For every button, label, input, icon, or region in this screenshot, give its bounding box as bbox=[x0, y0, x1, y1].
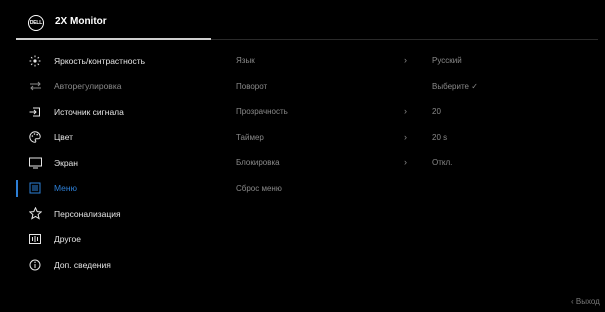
auto-adjust-icon bbox=[28, 79, 42, 93]
row-value: Откл. bbox=[432, 158, 453, 167]
color-palette-icon bbox=[28, 130, 42, 144]
menu-item-auto-adjust[interactable]: Авторегулировка bbox=[16, 74, 216, 100]
submenu-row-language[interactable]: Язык › Русский bbox=[236, 48, 596, 74]
dell-logo-icon: DELL bbox=[28, 15, 44, 31]
menu-item-others[interactable]: Другое bbox=[16, 227, 216, 253]
exit-button[interactable]: ‹ Выход bbox=[571, 297, 605, 306]
menu-item-label: Источник сигнала bbox=[54, 106, 124, 117]
logo-text: DELL bbox=[29, 20, 43, 26]
display-icon bbox=[28, 156, 42, 170]
menu-item-brightness-contrast[interactable]: Яркость/контрастность bbox=[16, 48, 216, 74]
menu-item-more-info[interactable]: Доп. сведения bbox=[16, 252, 216, 278]
menu-item-color[interactable]: Цвет bbox=[16, 125, 216, 151]
chevron-right-icon: › bbox=[404, 131, 407, 142]
row-value: Русский bbox=[432, 56, 462, 65]
star-icon bbox=[28, 207, 42, 221]
menu-item-label: Доп. сведения bbox=[54, 259, 111, 270]
submenu-row-lock[interactable]: Блокировка › Откл. bbox=[236, 150, 596, 176]
row-value: 20 bbox=[432, 107, 441, 116]
submenu-row-rotation[interactable]: Поворот Выберите ✓ bbox=[236, 74, 596, 100]
submenu-panel: Язык › Русский Поворот Выберите ✓ Прозра… bbox=[236, 48, 596, 201]
active-indicator bbox=[16, 179, 18, 197]
menu-item-label: Меню bbox=[54, 183, 77, 194]
other-icon bbox=[28, 232, 42, 246]
submenu-row-transparency[interactable]: Прозрачность › 20 bbox=[236, 99, 596, 125]
row-name: Блокировка bbox=[236, 158, 280, 167]
brightness-icon bbox=[28, 54, 42, 68]
row-name: Таймер bbox=[236, 132, 264, 142]
osd-title: 2X Monitor bbox=[55, 16, 107, 27]
menu-item-personalize[interactable]: Персонализация bbox=[16, 201, 216, 227]
row-name: Поворот bbox=[236, 81, 268, 91]
menu-item-label: Цвет bbox=[54, 132, 74, 143]
row-name: Прозрачность bbox=[236, 107, 288, 116]
info-icon bbox=[28, 258, 42, 272]
row-name: Язык bbox=[236, 56, 255, 65]
row-value: Выберите ✓ bbox=[432, 81, 478, 91]
menu-item-label: Яркость/контрастность bbox=[54, 55, 146, 66]
row-name: Сброс меню bbox=[236, 183, 282, 193]
monitor-osd: DELL 2X Monitor Яркость/контрастность Ав… bbox=[0, 0, 605, 312]
header-divider-highlight bbox=[16, 38, 211, 40]
menu-item-label: Авторегулировка bbox=[54, 81, 122, 92]
menu-item-menu[interactable]: Меню bbox=[16, 176, 216, 202]
row-value: 20 s bbox=[432, 132, 448, 142]
menu-item-label: Персонализация bbox=[54, 208, 121, 219]
osd-header: DELL 2X Monitor bbox=[0, 0, 605, 38]
menu-item-label: Экран bbox=[54, 157, 78, 168]
menu-item-input-source[interactable]: Источник сигнала bbox=[16, 99, 216, 125]
chevron-right-icon: › bbox=[404, 157, 407, 167]
menu-item-label: Другое bbox=[54, 234, 82, 245]
submenu-row-reset-menu[interactable]: Сброс меню bbox=[236, 176, 596, 202]
menu-item-display[interactable]: Экран bbox=[16, 150, 216, 176]
chevron-right-icon: › bbox=[404, 106, 407, 116]
input-source-icon bbox=[28, 105, 42, 119]
main-menu: Яркость/контрастность Авторегулировка Ис… bbox=[16, 48, 216, 278]
chevron-right-icon: › bbox=[404, 55, 407, 65]
menu-icon bbox=[28, 181, 42, 195]
submenu-row-timer[interactable]: Таймер › 20 s bbox=[236, 125, 596, 151]
